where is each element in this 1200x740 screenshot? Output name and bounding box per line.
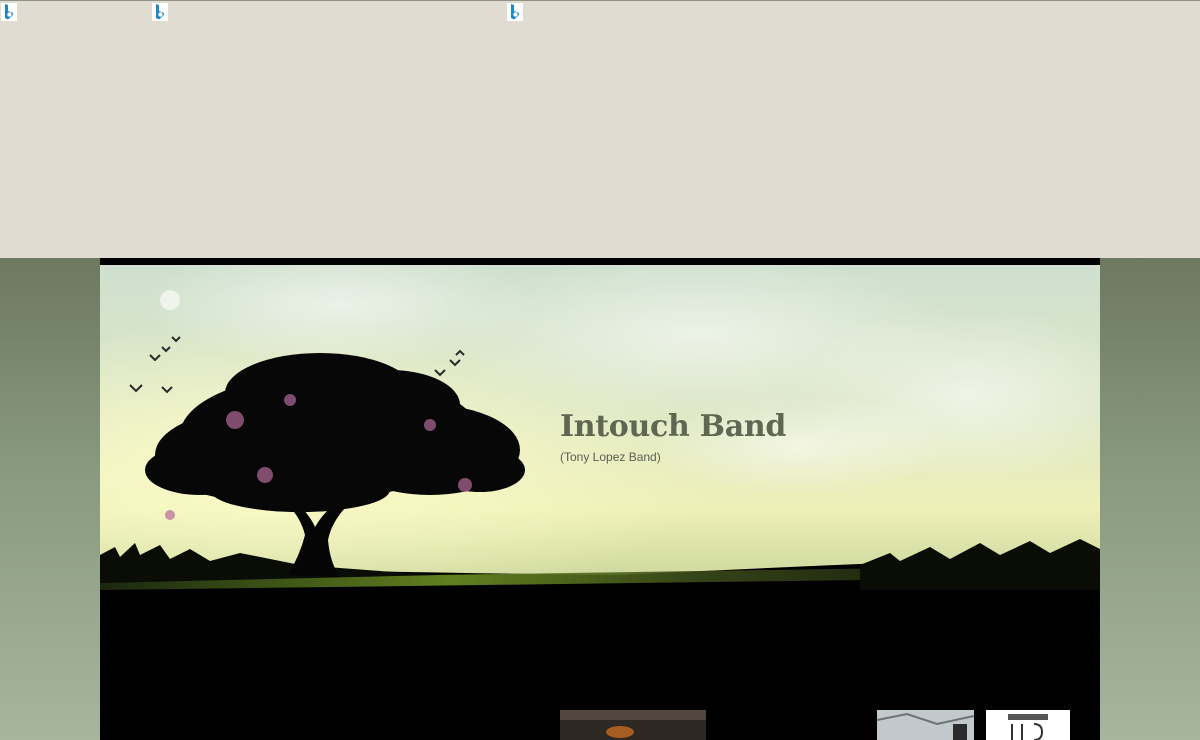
site-title[interactable]: Intouch Band [560,409,786,444]
header-banner: Intouch Band (Tony Lopez Band) [100,265,1100,590]
bing-icon[interactable] [1,3,17,21]
page: Intouch Band (Tony Lopez Band) [0,0,1200,740]
main-container: Intouch Band (Tony Lopez Band) [100,258,1100,740]
bing-icon[interactable] [152,3,168,21]
bing-icon[interactable] [507,3,523,21]
photo-thumbnail-2[interactable] [877,710,974,740]
photo-thumbnail-3[interactable] [986,710,1070,740]
ad-banner-area [0,0,1200,259]
header-top-border [100,258,1100,265]
site-subtitle: (Tony Lopez Band) [560,450,661,464]
photo-thumbnail-1[interactable] [560,710,706,740]
